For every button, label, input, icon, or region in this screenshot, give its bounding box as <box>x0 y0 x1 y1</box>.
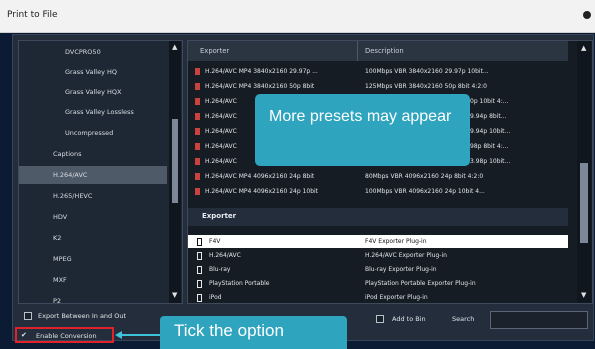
exporter-section-label: Exporter <box>202 212 237 220</box>
scroll-up-icon[interactable]: ▲ <box>581 44 586 52</box>
more-presets-callout-text: More presets may appear <box>269 108 452 125</box>
exporter-description: H.264/AVC Exporter Plug-in <box>365 252 447 259</box>
left-scroll-thumb[interactable] <box>172 119 178 203</box>
preset-icon <box>195 173 200 180</box>
exporter-name: iPod <box>209 294 222 301</box>
scroll-up-icon[interactable]: ▲ <box>172 43 177 51</box>
preset-description: 125Mbps VBR 3840x2160 50p 8bit 4:2:0 <box>365 83 487 90</box>
preset-description: 100Mbps VBR 3840x2160 29.97p 10bit... <box>365 68 489 75</box>
title-bar: Print to File <box>0 0 595 33</box>
right-scrollbar[interactable]: ▲ ▼ <box>577 41 591 303</box>
window-title: Print to File <box>7 10 58 20</box>
list-item-selected[interactable]: H.264/AVC <box>19 166 167 184</box>
list-item[interactable]: MXF <box>19 271 167 289</box>
tick-option-callout-text: Tick the option <box>174 321 284 340</box>
category-list: DVCPRO50 Grass Valley HQ Grass Valley HQ… <box>18 40 183 304</box>
list-item[interactable]: HDV <box>19 208 167 226</box>
preset-exporter: H.264/AVC <box>205 98 237 105</box>
export-between-checkbox[interactable] <box>24 312 32 320</box>
exporter-section-header: Exporter <box>188 208 568 226</box>
preset-exporter: H.264/AVC MP4 4096x2160 24p 8bit <box>205 173 315 180</box>
close-icon[interactable] <box>583 11 591 19</box>
search-label: Search <box>452 315 475 323</box>
preset-row[interactable]: H.264/AVC MP4 3840x2160 50p 8bit 125Mbps … <box>188 80 568 93</box>
preset-icon <box>195 98 200 105</box>
exporter-name: H.264/AVC <box>209 252 241 259</box>
presets-header: Exporter Description <box>188 41 568 61</box>
exporter-name: F4V <box>209 238 221 245</box>
preset-icon <box>195 158 200 165</box>
list-item[interactable]: DVCPRO50 <box>19 43 167 61</box>
list-item[interactable]: Grass Valley HQ <box>19 63 167 81</box>
scroll-down-icon[interactable]: ▼ <box>581 291 586 299</box>
plugin-icon <box>197 238 202 246</box>
preset-exporter: H.264/AVC <box>205 158 237 165</box>
exporter-name: Blu-ray <box>209 266 231 273</box>
list-item[interactable]: P2 <box>19 292 167 303</box>
left-scrollbar[interactable]: ▲ ▼ <box>169 41 181 303</box>
preset-description: 100Mbps VBR 4096x2160 24p 10bit 4... <box>365 188 485 195</box>
list-item[interactable]: Captions <box>19 145 167 163</box>
preset-row[interactable]: H.264/AVC MP4 3840x2160 29.97p ... 100Mbp… <box>188 65 568 78</box>
exporter-column-header[interactable]: Exporter <box>188 41 358 61</box>
presets-pane: Exporter Description H.264/AVC MP4 3840x… <box>187 40 593 304</box>
preset-icon <box>195 83 200 90</box>
list-item[interactable]: Grass Valley Lossless <box>19 103 167 121</box>
print-to-file-window: Print to File DVCPRO50 Grass Valley HQ G… <box>0 0 595 349</box>
search-input[interactable] <box>490 311 588 329</box>
preset-description: 9.94p 10bit... <box>470 128 511 135</box>
preset-description: 98p 8bit 4:... <box>470 143 509 150</box>
list-item[interactable]: Uncompressed <box>19 124 167 142</box>
add-to-bin-label: Add to Bin <box>392 315 426 323</box>
exporter-row[interactable]: iPod iPod Exporter Plug-in <box>188 291 568 303</box>
exporter-row[interactable]: H.264/AVC H.264/AVC Exporter Plug-in <box>188 249 568 262</box>
preset-exporter: H.264/AVC MP4 4096x2160 24p 10bit <box>205 188 319 195</box>
preset-description: 80Mbps VBR 4096x2160 24p 8bit 4:2:0 <box>365 173 484 180</box>
list-item[interactable]: Grass Valley HQX <box>19 83 167 101</box>
scroll-down-icon[interactable]: ▼ <box>172 291 177 299</box>
preset-icon <box>195 68 200 75</box>
preset-icon <box>195 143 200 150</box>
preset-icon <box>195 113 200 120</box>
add-to-bin-checkbox[interactable] <box>376 315 384 323</box>
exporter-row-selected[interactable]: F4V F4V Exporter Plug-in <box>188 235 568 248</box>
right-scroll-thumb[interactable] <box>580 163 588 243</box>
exporter-name: PlayStation Portable <box>209 280 270 287</box>
preset-row[interactable]: H.264/AVC MP4 4096x2160 24p 10bit 100Mbps… <box>188 185 568 198</box>
preset-exporter: H.264/AVC MP4 3840x2160 29.97p ... <box>205 68 318 75</box>
exporter-description: PlayStation Portable Exporter Plug-in <box>365 280 476 287</box>
preset-exporter: H.264/AVC MP4 3840x2160 50p 8bit <box>205 83 315 90</box>
export-between-label: Export Between In and Out <box>38 312 127 320</box>
description-column-header[interactable]: Description <box>365 41 565 61</box>
list-item[interactable]: H.265/HEVC <box>19 187 167 205</box>
exporter-row[interactable]: Blu-ray Blu-ray Exporter Plug-in <box>188 263 568 276</box>
preset-icon <box>195 128 200 135</box>
arrow-left-icon <box>115 331 122 339</box>
plugin-icon <box>197 280 202 288</box>
preset-exporter: H.264/AVC <box>205 143 237 150</box>
exporter-description: Blu-ray Exporter Plug-in <box>365 266 437 273</box>
preset-description: 3.98p 10bit... <box>470 158 511 165</box>
preset-description: 0p 10bit 4:... <box>470 98 509 105</box>
exporter-description: F4V Exporter Plug-in <box>365 238 427 245</box>
plugin-icon <box>197 252 202 260</box>
preset-description: 9.94p 8bit... <box>470 113 507 120</box>
enable-conversion-label: Enable Conversion <box>36 332 97 340</box>
exporter-row[interactable]: PlayStation Portable PlayStation Portable… <box>188 277 568 290</box>
plugin-icon <box>197 266 202 274</box>
check-icon[interactable]: ✔ <box>21 331 27 339</box>
more-presets-callout: More presets may appear <box>255 94 470 166</box>
list-item[interactable]: K2 <box>19 229 167 247</box>
preset-exporter: H.264/AVC <box>205 113 237 120</box>
pointer-arrow-line <box>118 334 160 336</box>
tick-option-callout: Tick the option <box>160 316 347 349</box>
preset-icon <box>195 188 200 195</box>
preset-exporter: H.264/AVC <box>205 128 237 135</box>
list-item[interactable]: MPEG <box>19 250 167 268</box>
preset-row[interactable]: H.264/AVC MP4 4096x2160 24p 8bit 80Mbps V… <box>188 170 568 183</box>
plugin-icon <box>197 294 202 302</box>
exporter-description: iPod Exporter Plug-in <box>365 294 428 301</box>
